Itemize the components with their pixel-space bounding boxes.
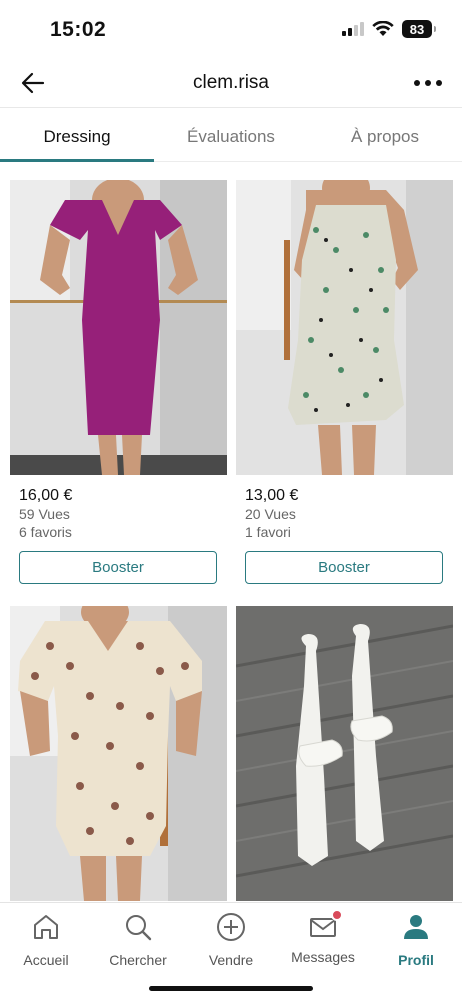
profile-tabs: Dressing Évaluations À propos <box>0 109 462 162</box>
item-card[interactable]: 13,00 € 20 Vues 1 favori Booster <box>236 180 453 584</box>
item-photo[interactable] <box>236 180 453 475</box>
nav-label: Chercher <box>109 952 167 968</box>
notification-badge <box>331 909 343 921</box>
wifi-icon <box>372 21 394 36</box>
home-icon <box>34 915 58 939</box>
item-card[interactable] <box>236 606 453 901</box>
item-photo[interactable] <box>236 606 453 901</box>
top-header: clem.risa <box>0 58 462 108</box>
nav-messages[interactable]: Messages <box>277 909 369 965</box>
item-card[interactable]: 16,00 € 59 Vues 6 favoris Booster <box>10 180 227 584</box>
signal-icon <box>342 22 364 36</box>
tab-dressing[interactable]: Dressing <box>0 109 154 162</box>
status-icons: 83 <box>342 20 436 38</box>
bottom-navigation: Accueil Chercher Vendre Messages Profil <box>0 902 462 1000</box>
page-title: clem.risa <box>192 72 269 93</box>
item-photo[interactable] <box>10 606 227 901</box>
nav-accueil[interactable]: Accueil <box>0 911 92 968</box>
plus-circle-icon <box>217 913 245 941</box>
item-views: 20 Vues <box>245 506 296 522</box>
item-favorites: 1 favori <box>245 524 291 540</box>
nav-label: Messages <box>291 949 355 965</box>
status-bar: 15:02 83 <box>0 0 462 58</box>
mail-icon-wrap <box>307 909 343 943</box>
tab-evaluations[interactable]: Évaluations <box>154 109 308 161</box>
more-options-icon[interactable] <box>414 71 442 95</box>
nav-chercher[interactable]: Chercher <box>92 911 184 968</box>
battery-icon: 83 <box>402 20 436 38</box>
nav-label: Accueil <box>23 952 69 968</box>
search-icon <box>126 915 152 941</box>
nav-label: Vendre <box>208 952 254 968</box>
item-photo[interactable] <box>10 180 227 475</box>
nav-vendre[interactable]: Vendre <box>185 911 277 968</box>
booster-button[interactable]: Booster <box>19 551 217 584</box>
booster-button[interactable]: Booster <box>245 551 443 584</box>
item-price: 13,00 € <box>245 487 299 504</box>
person-icon <box>404 915 428 939</box>
nav-label: Profil <box>398 952 434 968</box>
tab-a-propos[interactable]: À propos <box>308 109 462 161</box>
item-card[interactable] <box>10 606 227 901</box>
battery-level: 83 <box>409 21 425 37</box>
home-indicator <box>149 986 313 991</box>
item-views: 59 Vues <box>19 506 70 522</box>
nav-profil[interactable]: Profil <box>370 911 462 968</box>
item-price: 16,00 € <box>19 487 73 504</box>
item-favorites: 6 favoris <box>19 524 72 540</box>
status-time: 15:02 <box>50 18 107 41</box>
